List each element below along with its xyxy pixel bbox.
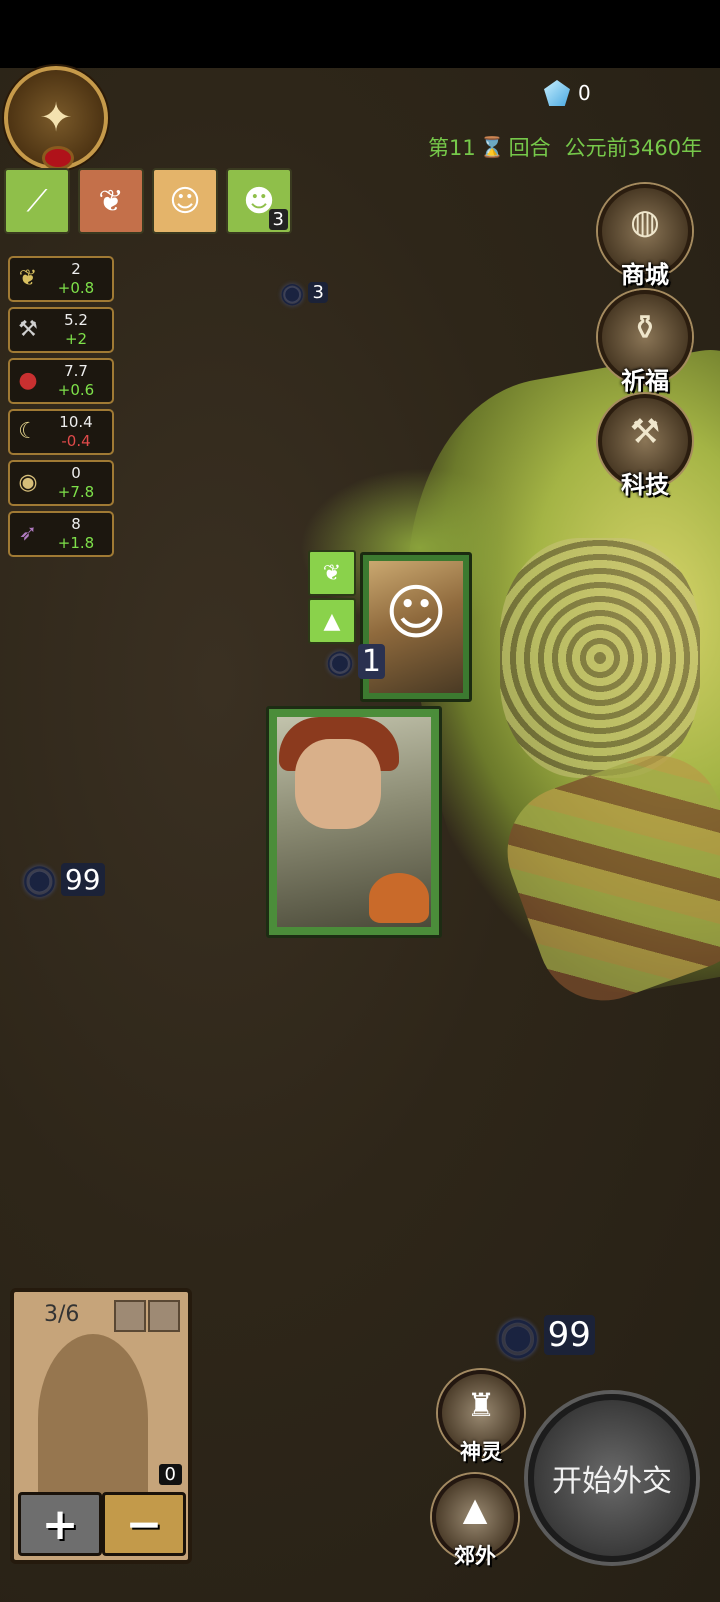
- gem-count: 0: [578, 81, 591, 105]
- slot-zero-count: 0: [158, 1464, 182, 1485]
- horned-helmet-icon: ♜: [466, 1386, 496, 1424]
- resource-bone[interactable]: ☾ 10.4 -0.4: [8, 409, 114, 455]
- pray-icon: ⚱: [630, 308, 660, 348]
- bone-icon: ☾: [18, 418, 38, 444]
- add-button[interactable]: +: [18, 1492, 102, 1556]
- resource-value: 2: [71, 260, 81, 278]
- eye-icon: ◉: [280, 276, 305, 309]
- card-tile-stone[interactable]: ▲: [308, 598, 356, 644]
- vision-count: 3: [308, 282, 328, 303]
- diamond-icon: [544, 80, 570, 106]
- resource-value: 10.4: [59, 413, 93, 431]
- feather-icon: ➶: [18, 520, 38, 546]
- phoenix-icon: ✦: [39, 95, 73, 141]
- spirit-button[interactable]: ♜ 神灵: [438, 1370, 524, 1464]
- unit-card-wheat[interactable]: ❦: [78, 168, 144, 234]
- wheat-icon: ❦: [322, 560, 342, 586]
- eye-icon: ◉: [326, 642, 354, 680]
- spirit-label: 神灵: [460, 1440, 502, 1464]
- villager-silhouette: [38, 1334, 148, 1504]
- spear-icon: ⟋: [26, 183, 48, 219]
- eye-icon: ◉: [496, 1306, 540, 1364]
- hunter-card[interactable]: [266, 706, 442, 938]
- slot-squares: [114, 1300, 180, 1332]
- start-diplomacy-button[interactable]: 开始外交: [528, 1394, 696, 1562]
- empty-slot[interactable]: [114, 1300, 146, 1332]
- unit-count-badge: 3: [268, 209, 288, 230]
- resource-value: 0: [71, 464, 81, 482]
- vision-marker-bottom[interactable]: ◉ 99: [496, 1306, 595, 1364]
- population-slot-panel[interactable]: 3/6 0 + −: [10, 1288, 192, 1564]
- eye-icon: ◉: [22, 856, 57, 902]
- meat-icon: ●: [18, 367, 38, 393]
- resource-tools[interactable]: ⚒ 5.2 +2: [8, 307, 114, 353]
- resource-value: 7.7: [64, 362, 88, 380]
- resource-meat[interactable]: ● 7.7 +0.6: [8, 358, 114, 404]
- resource-delta: +2: [64, 330, 88, 348]
- resource-feather[interactable]: ➶ 8 +1.8: [8, 511, 114, 557]
- card-tile-wheat[interactable]: ❦: [308, 550, 356, 596]
- resource-delta: +0.6: [57, 381, 95, 399]
- shell-icon: ◉: [18, 469, 38, 495]
- vision-marker-top[interactable]: ◉ 3: [280, 276, 328, 309]
- mountain-icon: ▲: [462, 1490, 488, 1528]
- gem-counter[interactable]: 0: [544, 80, 591, 106]
- vision-count: 99: [543, 1315, 595, 1355]
- unit-card-spear[interactable]: ⟋: [4, 168, 70, 234]
- shop-label: 商城: [621, 261, 669, 289]
- fox-companion: [369, 873, 429, 923]
- era-label: 公元前3460年: [564, 136, 703, 160]
- pray-button[interactable]: ⚱ 祈福: [598, 290, 692, 395]
- remove-button[interactable]: −: [102, 1492, 186, 1556]
- turn-label: 回合: [508, 136, 551, 160]
- tech-label: 科技: [621, 471, 669, 499]
- outskirts-label: 郊外: [454, 1544, 496, 1568]
- shop-icon: ◍: [630, 202, 660, 242]
- hourglass-icon: ⌛: [479, 135, 505, 159]
- resource-value: 8: [71, 515, 81, 533]
- resource-shell[interactable]: ◉ 0 +7.8: [8, 460, 114, 506]
- ruby-icon: [42, 146, 74, 170]
- resource-delta: +0.8: [57, 279, 95, 297]
- resource-value: 5.2: [64, 311, 88, 329]
- vision-count: 1: [357, 643, 386, 679]
- tech-icon: ⚒: [629, 412, 661, 452]
- empty-slot[interactable]: [148, 1300, 180, 1332]
- pray-label: 祈福: [621, 367, 669, 395]
- vision-count: 99: [60, 862, 105, 896]
- hammer-icon: ⚒: [18, 316, 38, 342]
- diplomacy-label: 开始外交: [552, 1464, 672, 1499]
- resource-delta: +7.8: [57, 483, 95, 501]
- unit-card-villager[interactable]: ☺: [152, 168, 218, 234]
- wheat-icon: ❦: [98, 183, 124, 219]
- resource-list: ❦ 2 +0.8 ⚒ 5.2 +2 ● 7.7 +0.6 ☾ 10.4 -0.4…: [8, 256, 114, 557]
- turn-number: 第11: [428, 136, 476, 160]
- slot-count: 3/6: [44, 1302, 80, 1327]
- stone-icon: ▲: [323, 608, 341, 634]
- status-bar: [0, 0, 720, 68]
- outskirts-button[interactable]: ▲ 郊外: [432, 1474, 518, 1568]
- tribe-emblem[interactable]: ✦: [4, 66, 108, 170]
- hunter-face: [295, 739, 381, 829]
- gatherer-portrait-icon: ☺: [384, 577, 448, 648]
- tech-button[interactable]: ⚒ 科技: [598, 394, 692, 499]
- vision-marker-left[interactable]: ◉ 99: [22, 856, 105, 902]
- village-area[interactable]: [500, 538, 700, 778]
- resource-delta: -0.4: [61, 432, 91, 450]
- resource-food[interactable]: ❦ 2 +0.8: [8, 256, 114, 302]
- turn-indicator: 第11 ⌛ 回合 公元前3460年: [428, 132, 702, 162]
- resource-delta: +1.8: [57, 534, 95, 552]
- unit-card-elder[interactable]: ☻ 3: [226, 168, 292, 234]
- unit-cards-row: ⟋ ❦ ☺ ☻ 3: [4, 168, 292, 234]
- wheat-icon: ❦: [18, 265, 38, 291]
- vision-marker-card[interactable]: ◉ 1: [326, 642, 386, 680]
- villager-icon: ☺: [169, 183, 201, 219]
- shop-button[interactable]: ◍ 商城: [598, 184, 692, 289]
